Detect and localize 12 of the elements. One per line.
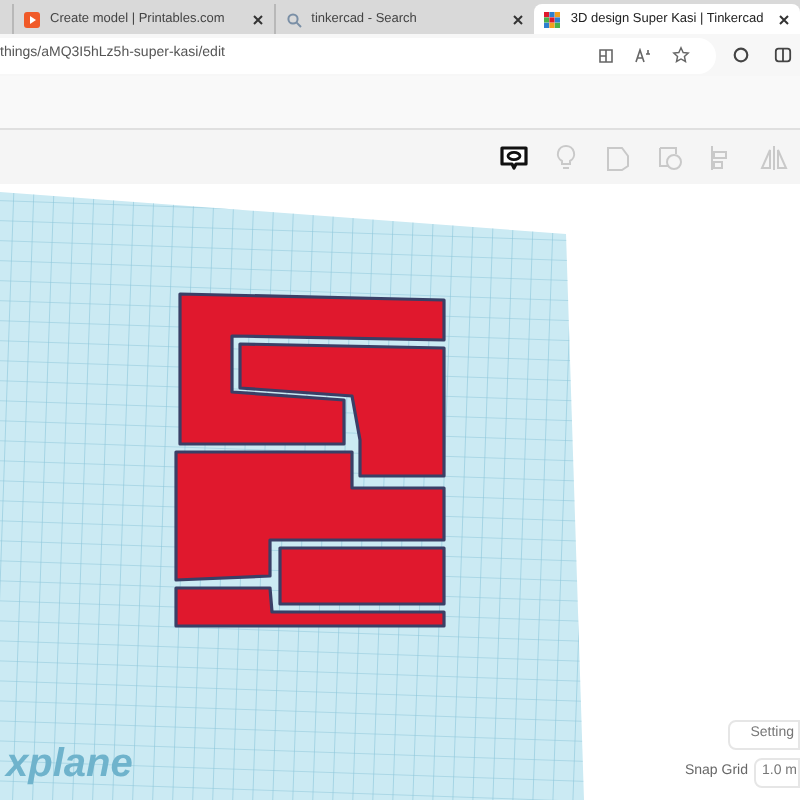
read-aloud-icon[interactable]	[634, 47, 652, 63]
search-icon	[285, 11, 302, 27]
reading-view-icon[interactable]	[598, 47, 614, 63]
close-icon[interactable]	[512, 13, 525, 25]
comment-icon[interactable]	[498, 141, 530, 173]
close-icon[interactable]	[251, 13, 264, 25]
play-logo-icon	[24, 11, 40, 27]
workplane-label: xplane	[6, 740, 135, 790]
color-grid-logo-icon	[544, 11, 561, 27]
split-screen-icon[interactable]	[774, 46, 792, 64]
star-icon[interactable]	[672, 46, 690, 64]
close-icon[interactable]	[778, 13, 790, 25]
